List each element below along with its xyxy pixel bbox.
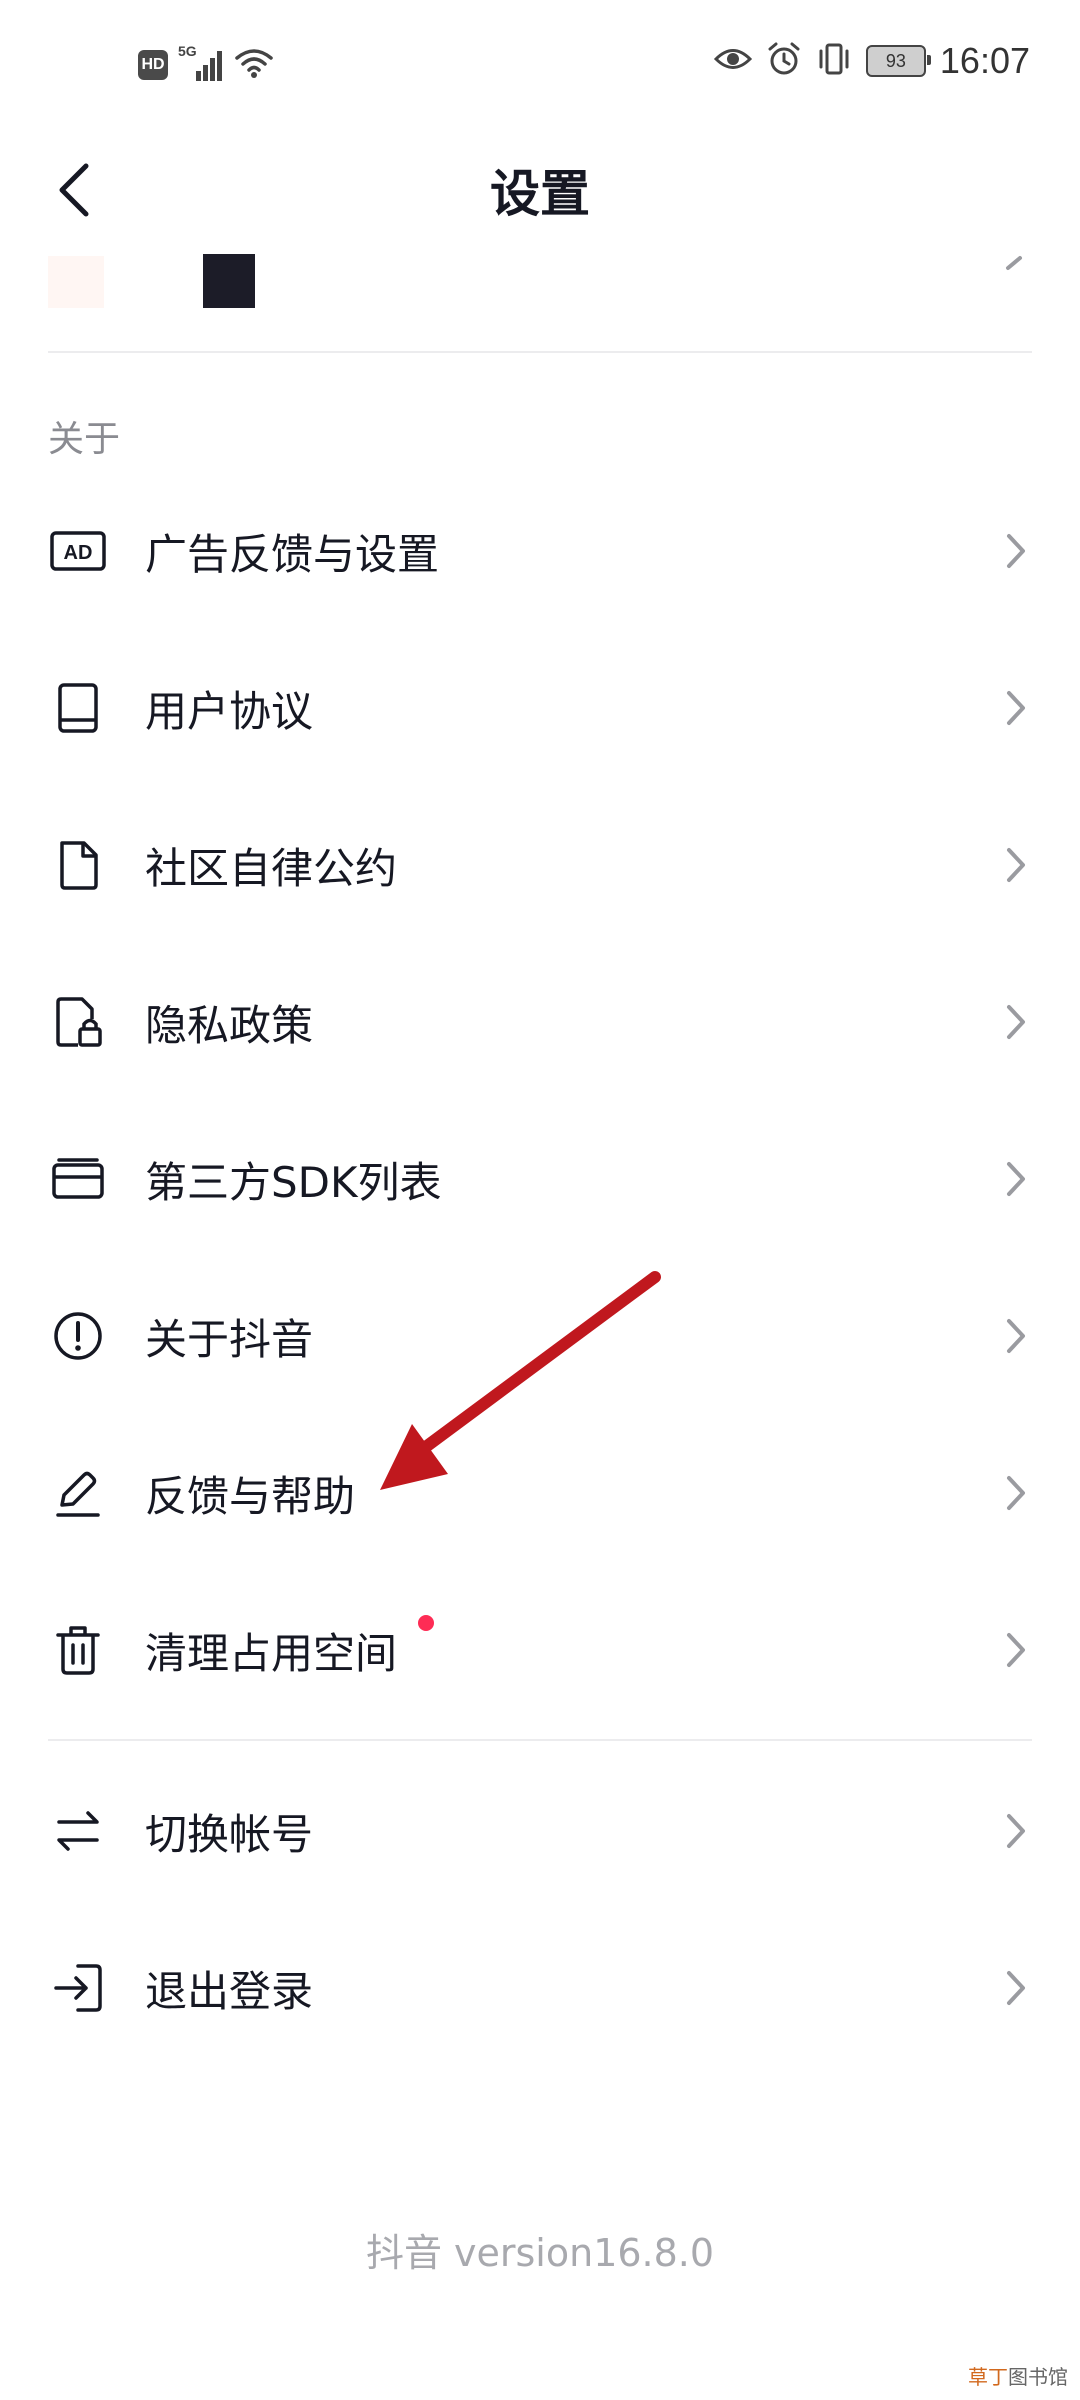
notification-dot: [418, 1615, 434, 1631]
list-item-third-party-sdk[interactable]: 第三方SDK列表: [0, 1104, 1080, 1254]
list-item-label: 第三方SDK列表: [145, 1157, 442, 1207]
list-item-user-agreement[interactable]: 用户协议: [0, 633, 1080, 783]
list-item-label: 广告反馈与设置: [145, 529, 440, 579]
document-icon: [48, 835, 108, 895]
watermark-part-b: 图书馆: [1008, 2365, 1068, 2389]
status-bar: HD 5G 93 16:07: [0, 0, 1080, 130]
watermark: 草丁 图书馆: [968, 2361, 1068, 2390]
chevron-right-icon: [1000, 1469, 1032, 1517]
status-time: 16:07: [939, 40, 1030, 81]
info-icon: [48, 1306, 108, 1366]
hd-badge: HD: [138, 50, 168, 80]
list-item-label: 关于抖音: [145, 1314, 314, 1364]
status-right: 93 16:07: [713, 40, 1030, 82]
card-icon: [48, 1149, 108, 1209]
vibrate-icon: [816, 41, 852, 81]
divider: [48, 1739, 1032, 1741]
alarm-icon: [766, 41, 802, 81]
list-item-label: 社区自律公约: [145, 843, 398, 893]
status-left: HD 5G: [138, 43, 274, 84]
partial-item-redacted-text: [203, 254, 255, 308]
chevron-right-icon: [1000, 240, 1030, 280]
list-item-label: 退出登录: [145, 1966, 314, 2016]
partial-list-item[interactable]: [0, 240, 1080, 350]
list-item-label: 切换帐号: [145, 1809, 314, 1859]
ad-icon: AD: [48, 521, 108, 581]
battery-icon: 93: [865, 45, 931, 77]
app-version: 抖音 version16.8.0: [365, 2231, 715, 2275]
list-item-label: 隐私政策: [145, 1000, 314, 1050]
chevron-right-icon: [1000, 998, 1032, 1046]
eye-icon: [713, 44, 753, 78]
chevron-right-icon: [1000, 527, 1032, 575]
chevron-right-icon: [1000, 841, 1032, 889]
chevron-right-icon: [1000, 1626, 1032, 1674]
list-item-label: 反馈与帮助: [145, 1471, 356, 1521]
list-item-switch-account[interactable]: 切换帐号: [0, 1756, 1080, 1906]
chevron-right-icon: [1000, 684, 1032, 732]
page-title: 设置: [490, 165, 590, 223]
partial-item-icon: [48, 256, 104, 308]
switch-icon: [48, 1801, 108, 1861]
list-item-community-rules[interactable]: 社区自律公约: [0, 790, 1080, 940]
list-item-clear-storage[interactable]: 清理占用空间: [0, 1575, 1080, 1725]
chevron-right-icon: [1000, 1155, 1032, 1203]
trash-icon: [48, 1620, 108, 1680]
wifi-icon: [234, 46, 274, 84]
chevron-right-icon: [1000, 1807, 1032, 1855]
list-item-label: 清理占用空间: [145, 1628, 398, 1678]
header: 设置: [0, 140, 1080, 240]
signal-icon: 5G: [178, 43, 224, 83]
list-item-feedback-help[interactable]: 反馈与帮助: [0, 1418, 1080, 1568]
book-icon: [48, 678, 108, 738]
svg-text:AD: AD: [64, 542, 93, 564]
privacy-lock-icon: [48, 992, 108, 1052]
list-item-label: 用户协议: [145, 686, 314, 736]
pencil-icon: [48, 1463, 108, 1523]
chevron-right-icon: [1000, 1964, 1032, 2012]
chevron-right-icon: [1000, 1312, 1032, 1360]
watermark-part-a: 草丁: [968, 2365, 1008, 2389]
list-item-privacy-policy[interactable]: 隐私政策: [0, 947, 1080, 1097]
list-item-ad-feedback[interactable]: AD 广告反馈与设置: [0, 476, 1080, 626]
divider: [48, 351, 1032, 353]
list-item-about-douyin[interactable]: 关于抖音: [0, 1261, 1080, 1411]
logout-icon: [48, 1958, 108, 2018]
list-item-logout[interactable]: 退出登录: [0, 1913, 1080, 2063]
section-title-about: 关于: [48, 419, 121, 460]
